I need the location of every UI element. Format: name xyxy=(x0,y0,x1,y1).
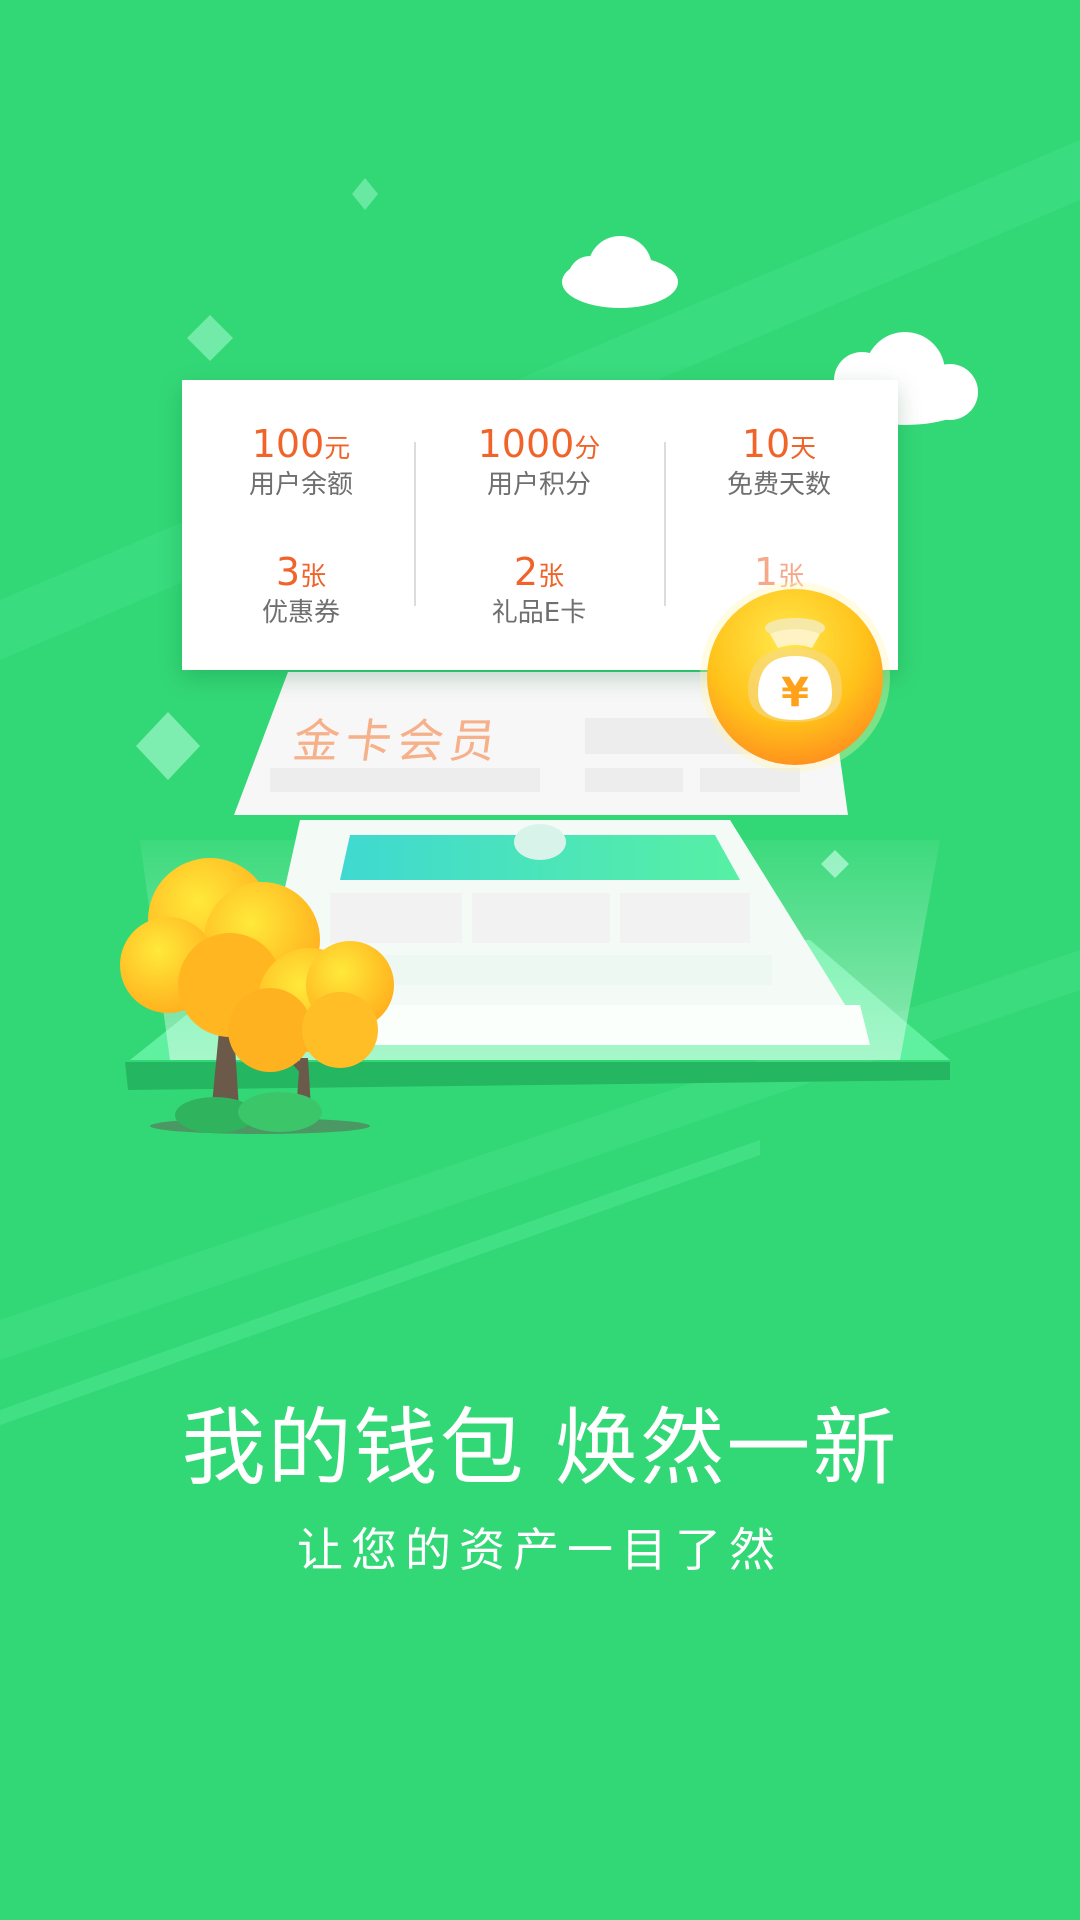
yuan-symbol: ¥ xyxy=(781,670,809,716)
stat-label: 礼品E卡 xyxy=(491,598,587,628)
stat-gift-card: 2张 礼品E卡 xyxy=(420,548,658,630)
diamond-icon xyxy=(136,712,200,780)
stat-unit: 张 xyxy=(538,562,565,592)
stat-unit: 分 xyxy=(574,434,601,464)
gold-member-label: 金卡会员 xyxy=(289,714,506,768)
stat-label: 用户余额 xyxy=(248,470,353,500)
stat-value: 100 xyxy=(251,422,325,466)
stat-coupons: 3张 优惠券 xyxy=(182,548,420,630)
stat-unit: 元 xyxy=(324,434,351,464)
money-bag-coin-icon: ¥ xyxy=(700,582,890,772)
onboarding-screen: 金卡会员 100元 用户余额 1000分 用户积分 10天 免费天数 3张 优惠… xyxy=(0,0,1080,1920)
stat-value: 10 xyxy=(741,422,791,466)
stat-points: 1000分 用户积分 xyxy=(420,420,658,502)
stat-free-days: 10天 免费天数 xyxy=(660,420,898,502)
stat-label: 优惠券 xyxy=(261,598,340,628)
stat-value: 2 xyxy=(513,550,539,594)
background-illustration xyxy=(0,140,1080,1425)
stat-unit: 张 xyxy=(300,562,327,592)
stat-unit: 天 xyxy=(790,434,817,464)
stat-label: 用户积分 xyxy=(486,470,591,500)
stat-label: 免费天数 xyxy=(726,470,831,500)
diamond-icon xyxy=(187,315,233,361)
stat-value: 3 xyxy=(275,550,301,594)
card-divider xyxy=(414,442,416,606)
page-headline: 我的钱包 焕然一新 xyxy=(181,1399,899,1497)
stat-value: 1000 xyxy=(477,422,575,466)
card-divider xyxy=(664,442,666,606)
diamond-icon xyxy=(352,178,378,210)
cloud-icon xyxy=(562,236,678,308)
page-subheadline: 让您的资产一目了然 xyxy=(297,1523,783,1577)
stat-balance: 100元 用户余额 xyxy=(182,420,420,502)
